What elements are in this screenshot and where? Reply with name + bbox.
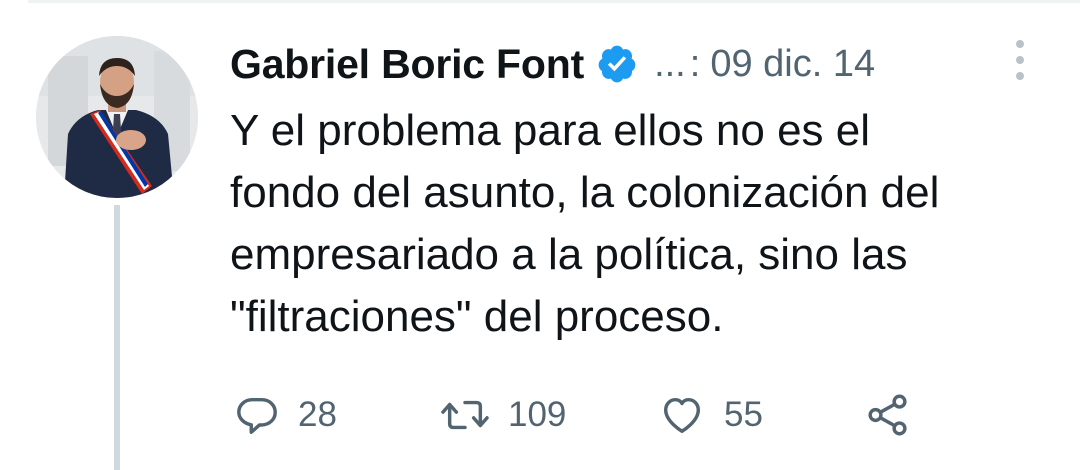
thread-line xyxy=(114,205,120,470)
more-options-icon[interactable] xyxy=(1006,36,1034,84)
tweet-card[interactable]: Gabriel Boric Font ... : 09 dic. 14 Y el… xyxy=(0,0,1080,470)
like-count: 55 xyxy=(724,395,763,434)
avatar[interactable] xyxy=(36,36,198,198)
reply-count: 28 xyxy=(298,395,337,434)
action-bar: 28 109 55 xyxy=(230,385,1010,445)
tweet-text: Y el problema para ellos no es el fondo … xyxy=(230,106,940,341)
timestamp[interactable]: 09 dic. 14 xyxy=(710,43,875,86)
author-handle[interactable]: ... xyxy=(654,43,686,86)
like-button[interactable]: 55 xyxy=(658,385,763,445)
reply-button[interactable]: 28 xyxy=(234,385,337,445)
author-name[interactable]: Gabriel Boric Font xyxy=(230,41,584,88)
verified-badge-icon xyxy=(598,45,636,83)
divider xyxy=(28,0,1080,3)
comment-icon xyxy=(237,397,277,434)
profile-photo xyxy=(36,36,198,198)
retweet-icon xyxy=(441,400,489,430)
share-icon xyxy=(868,394,907,436)
retweet-count: 109 xyxy=(508,395,567,434)
separator: : xyxy=(689,42,701,85)
retweet-button[interactable]: 109 xyxy=(440,385,566,445)
share-button[interactable] xyxy=(864,385,912,445)
heart-icon xyxy=(663,397,701,434)
tweet-header: Gabriel Boric Font ... : 09 dic. 14 xyxy=(230,36,875,92)
